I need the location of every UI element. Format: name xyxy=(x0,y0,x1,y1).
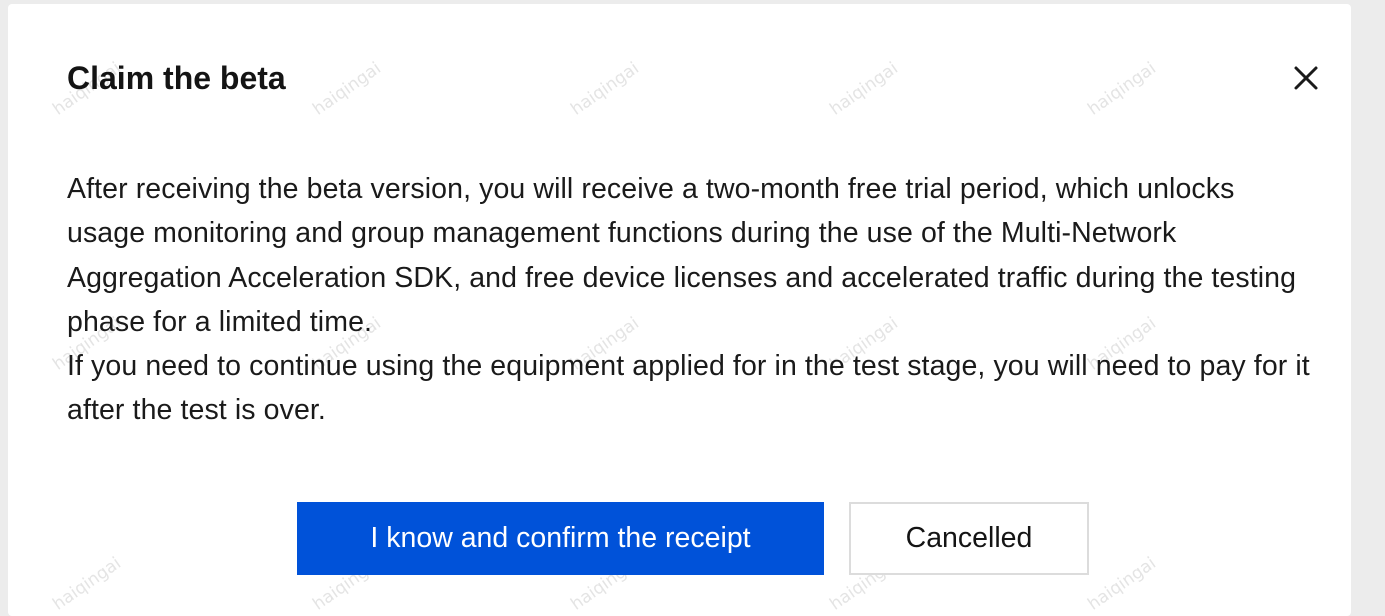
watermark-text: haiqingai xyxy=(826,58,902,120)
watermark-text: haiqingai xyxy=(1084,58,1160,120)
close-icon xyxy=(1294,66,1318,90)
watermark-text: haiqingai xyxy=(49,553,125,615)
watermark-text: haiqingai xyxy=(309,58,385,120)
close-button[interactable] xyxy=(1290,62,1322,94)
claim-beta-dialog: haiqingai haiqingai haiqingai haiqingai haiq… xyxy=(8,4,1351,616)
cancel-button[interactable]: Cancelled xyxy=(849,502,1089,575)
watermark-text: haiqingai xyxy=(1084,553,1160,615)
dialog-body: After receiving the beta version, you wi… xyxy=(67,167,1317,433)
body-paragraph-payment: If you need to continue using the equipm… xyxy=(67,350,1310,427)
body-paragraph-trial: After receiving the beta version, you wi… xyxy=(67,173,1297,338)
watermark-text: haiqingai xyxy=(567,58,643,120)
dialog-title: Claim the beta xyxy=(67,60,286,96)
confirm-receipt-button[interactable]: I know and confirm the receipt xyxy=(297,502,824,575)
